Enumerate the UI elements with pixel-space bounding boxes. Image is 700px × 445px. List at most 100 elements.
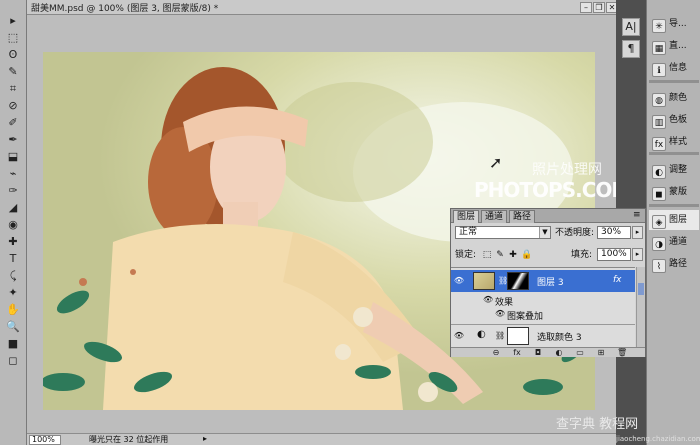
lock-label: 锁定:	[455, 250, 477, 260]
dock-item-0[interactable]: ✳ 导...	[649, 14, 699, 34]
link-layers-icon[interactable]: ⊖	[491, 348, 501, 358]
dock-item-1[interactable]: ▦ 直...	[649, 36, 699, 56]
tool-dodge-icon[interactable]: ✚	[5, 235, 21, 249]
tool-quick-select-icon[interactable]: ✎	[5, 65, 21, 79]
dock-item-icon: ℹ	[652, 63, 666, 77]
dock-item-icon: ◍	[652, 93, 666, 107]
layer-mask-thumbnail[interactable]	[507, 272, 529, 290]
dock-separator	[649, 152, 699, 155]
tool-brush-icon[interactable]: ✒	[5, 133, 21, 147]
scrollbar-thumb[interactable]	[638, 283, 644, 295]
dock-item-2[interactable]: ℹ 信息	[649, 58, 699, 78]
fx-icon[interactable]: fx	[512, 348, 522, 358]
group-icon[interactable]: ▭	[575, 348, 585, 358]
tool-type-icon[interactable]: T	[5, 252, 21, 266]
dock-item-8[interactable]: ◈ 图层	[649, 210, 699, 230]
adjustment-icon[interactable]: ◐	[554, 348, 564, 358]
tool-healing-icon[interactable]: ✐	[5, 116, 21, 130]
eye-icon[interactable]: 👁	[453, 275, 465, 287]
tool-gradient-icon[interactable]: ◢	[5, 201, 21, 215]
dock-item-label: 通道	[669, 237, 688, 247]
tool-stamp-icon[interactable]: ⬓	[5, 150, 21, 164]
layer-name: 图层 3	[537, 278, 564, 288]
dock-item-label: 图层	[669, 215, 688, 225]
status-bar: 100% 曝光只在 32 位起作用 ▸	[27, 433, 616, 445]
watermark-chinese: 照片处理网	[532, 162, 602, 178]
layer-mask-thumbnail[interactable]	[507, 327, 529, 345]
dock-item-label: 导...	[669, 19, 687, 29]
dock-item-5[interactable]: fx 样式	[649, 132, 699, 152]
dock-item-icon: ◈	[652, 215, 666, 229]
effects-label: 效果	[495, 298, 514, 308]
tool-blur-icon[interactable]: ◉	[5, 218, 21, 232]
opacity-arrow-icon[interactable]: ▸	[632, 226, 643, 239]
layer-row-layer3[interactable]: 👁 ⛓ 图层 3 fx	[451, 270, 635, 292]
layer-list: 👁 ⛓ 图层 3 fx 👁 效果 👁 图案叠加 👁 ◐ ⛓ 选取颜色 3	[451, 267, 635, 347]
dock-item-6[interactable]: ◐ 调整	[649, 160, 699, 180]
fill-field[interactable]: 100%	[597, 248, 631, 261]
tab-layers[interactable]: 图层	[453, 210, 480, 223]
status-menu-arrow-icon[interactable]: ▸	[203, 434, 207, 444]
tab-paths[interactable]: 路径	[509, 210, 536, 223]
minimize-button[interactable]: –	[580, 2, 592, 13]
eye-icon[interactable]: 👁	[495, 309, 505, 318]
layers-panel: 图层 通道 路径 ≡ 正常 ▼ 不透明度: 30% ▸ 锁定: ⬚ ✎ ✚ 🔒 …	[450, 208, 646, 357]
trash-icon[interactable]: 🗑	[617, 348, 627, 358]
opacity-field[interactable]: 30%	[597, 226, 631, 239]
fill-arrow-icon[interactable]: ▸	[632, 248, 643, 261]
dock-item-label: 调整	[669, 165, 688, 175]
zoom-field[interactable]: 100%	[29, 435, 61, 445]
lock-transparency-icon[interactable]: ⬚	[482, 250, 492, 260]
tool-pen-icon[interactable]: ⤹	[5, 269, 21, 283]
panel-menu-icon[interactable]: ≡	[633, 210, 641, 220]
tool-eyedropper-icon[interactable]: ⊘	[5, 99, 21, 113]
tool-shape-icon[interactable]: ✦	[5, 286, 21, 300]
opacity-label: 不透明度:	[555, 228, 595, 238]
dock-item-label: 颜色	[669, 93, 688, 103]
dock-item-7[interactable]: ◼ 蒙版	[649, 182, 699, 202]
site-watermark-url: jiaocheng.chazidian.com	[616, 435, 700, 443]
lock-all-icon[interactable]: 🔒	[521, 250, 532, 260]
tool-foreground-color-icon[interactable]: ■	[5, 337, 21, 351]
tool-move-icon[interactable]: ▸	[5, 14, 21, 28]
fx-icon[interactable]: fx	[613, 275, 622, 285]
paragraph-panel-button[interactable]: ¶	[622, 40, 640, 58]
dock-item-icon: fx	[652, 137, 666, 151]
eye-icon[interactable]: 👁	[453, 330, 465, 342]
dock-item-icon: ◐	[652, 165, 666, 179]
tool-hand-icon[interactable]: ✋	[5, 303, 21, 317]
eye-icon[interactable]: 👁	[483, 295, 493, 304]
layer-row-pattern-overlay[interactable]: 👁 图案叠加	[451, 308, 635, 322]
maximize-button[interactable]: ❐	[593, 2, 605, 13]
tool-history-brush-icon[interactable]: ⌁	[5, 167, 21, 181]
tool-eraser-icon[interactable]: ✑	[5, 184, 21, 198]
dock-item-9[interactable]: ◑ 通道	[649, 232, 699, 252]
dock-item-4[interactable]: ▥ 色板	[649, 110, 699, 130]
link-icon: ⛓	[495, 331, 506, 340]
layer-row-selective-color[interactable]: 👁 ◐ ⛓ 选取颜色 3	[451, 324, 635, 346]
tool-zoom-icon[interactable]: 🔍	[5, 320, 21, 334]
new-layer-icon[interactable]: ⊞	[596, 348, 606, 358]
tool-marquee-icon[interactable]: ⬚	[5, 31, 21, 45]
tab-channels[interactable]: 通道	[481, 210, 508, 223]
dock-item-label: 色板	[669, 115, 688, 125]
tool-lasso-icon[interactable]: ʘ	[5, 48, 21, 62]
fill-label: 填充:	[571, 250, 593, 260]
dock-item-10[interactable]: ⌇ 路径	[649, 254, 699, 274]
watermark-english: PHOTOPS.COM	[474, 178, 631, 202]
dock-item-label: 信息	[669, 63, 688, 73]
tool-quick-mask-icon[interactable]: ◻	[5, 354, 21, 368]
lock-position-icon[interactable]: ✚	[508, 250, 518, 260]
character-panel-button[interactable]: A|	[622, 18, 640, 36]
dock-item-label: 样式	[669, 137, 688, 147]
layer-row-effects[interactable]: 👁 效果	[451, 294, 635, 308]
chevron-down-icon: ▼	[539, 227, 550, 238]
tool-crop-icon[interactable]: ⌗	[5, 82, 21, 96]
layers-panel-tabs: 图层 通道 路径 ≡	[451, 209, 645, 223]
lock-image-icon[interactable]: ✎	[495, 250, 505, 260]
blend-mode-select[interactable]: 正常 ▼	[455, 226, 551, 239]
dock-item-3[interactable]: ◍ 颜色	[649, 88, 699, 108]
layer-list-scrollbar[interactable]	[636, 267, 645, 347]
add-mask-icon[interactable]: ◘	[533, 348, 543, 358]
dock-item-icon: ▥	[652, 115, 666, 129]
